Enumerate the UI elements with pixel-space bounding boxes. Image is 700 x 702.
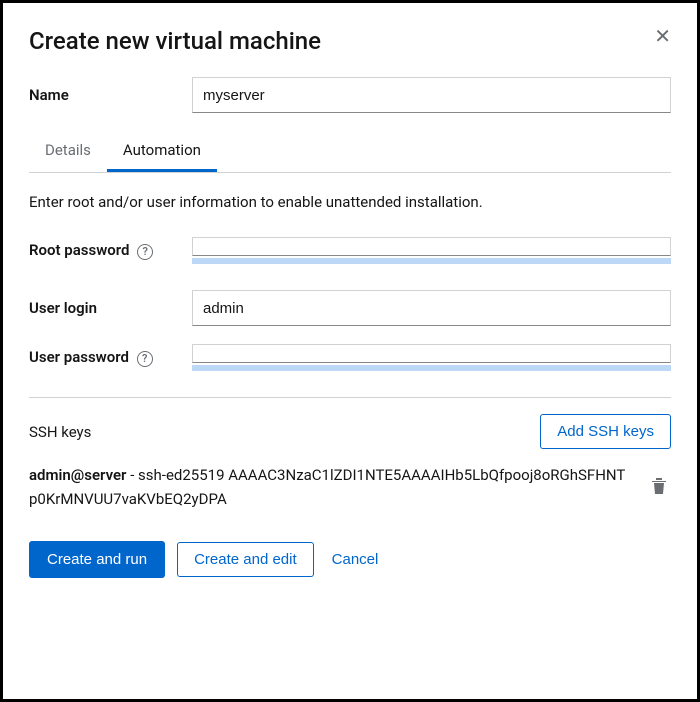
user-login-label: User login bbox=[29, 299, 192, 317]
automation-description: Enter root and/or user information to en… bbox=[29, 193, 671, 211]
dialog-title: Create new virtual machine bbox=[29, 27, 321, 55]
trash-icon bbox=[651, 477, 667, 495]
help-icon[interactable]: ? bbox=[137, 351, 153, 367]
ssh-keys-label: SSH keys bbox=[29, 423, 91, 441]
user-password-label: User password ? bbox=[29, 348, 192, 367]
name-input[interactable] bbox=[192, 77, 671, 113]
close-button[interactable]: ✕ bbox=[654, 27, 671, 47]
user-password-input[interactable] bbox=[192, 344, 671, 363]
password-strength-bar bbox=[192, 258, 671, 264]
root-password-label: Root password ? bbox=[29, 241, 192, 260]
add-ssh-keys-button[interactable]: Add SSH keys bbox=[540, 414, 671, 449]
name-label: Name bbox=[29, 86, 192, 104]
create-and-edit-button[interactable]: Create and edit bbox=[177, 542, 314, 577]
ssh-key-text: admin@server - ssh-ed25519 AAAAC3NzaC1lZ… bbox=[29, 463, 647, 511]
help-icon[interactable]: ? bbox=[137, 244, 153, 260]
divider bbox=[29, 397, 671, 398]
cancel-button[interactable]: Cancel bbox=[326, 541, 385, 578]
ssh-key-entry: admin@server - ssh-ed25519 AAAAC3NzaC1lZ… bbox=[29, 463, 671, 511]
tabs: Details Automation bbox=[29, 131, 671, 173]
password-strength-bar bbox=[192, 365, 671, 371]
tab-automation[interactable]: Automation bbox=[107, 131, 217, 172]
delete-ssh-key-button[interactable] bbox=[647, 473, 671, 502]
dialog-footer: Create and run Create and edit Cancel bbox=[29, 541, 671, 578]
user-login-input[interactable] bbox=[192, 290, 671, 326]
tab-details[interactable]: Details bbox=[29, 131, 107, 172]
create-and-run-button[interactable]: Create and run bbox=[29, 541, 165, 578]
close-icon: ✕ bbox=[654, 26, 671, 48]
root-password-input[interactable] bbox=[192, 237, 671, 256]
